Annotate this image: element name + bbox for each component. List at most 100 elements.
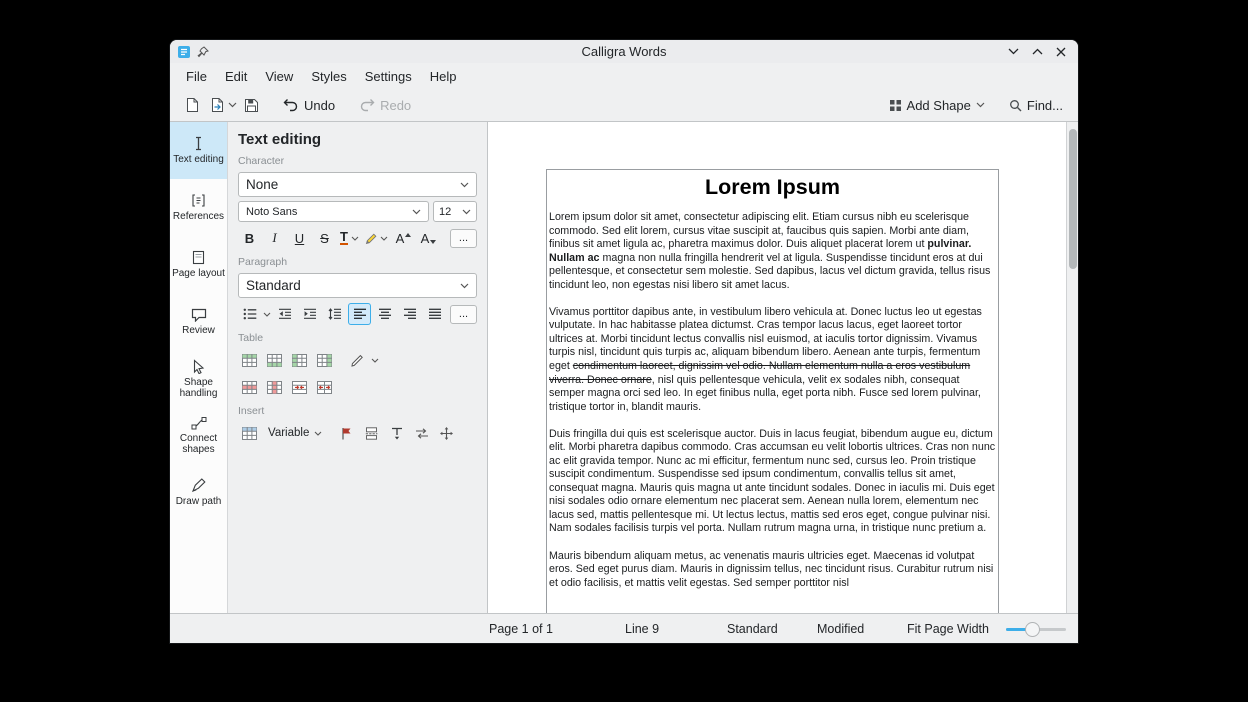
minimize-button[interactable]	[1005, 44, 1021, 60]
sidebar-item-review[interactable]: Review	[170, 293, 227, 350]
sidebar-item-label: References	[173, 211, 224, 222]
variable-label: Variable	[268, 427, 309, 439]
insert-row-above-button[interactable]	[238, 349, 261, 371]
bold-button[interactable]: B	[238, 227, 261, 249]
undo-button[interactable]: Undo	[278, 94, 340, 117]
vertical-scrollbar[interactable]	[1066, 122, 1078, 613]
decrease-indent-icon	[278, 308, 292, 320]
draw-path-pen-icon	[191, 478, 206, 493]
align-center-icon	[378, 308, 392, 320]
insert-row-below-button[interactable]	[263, 349, 286, 371]
find-button[interactable]: Find...	[1004, 94, 1068, 117]
align-center-button[interactable]	[373, 303, 396, 325]
sidebar-item-page-layout[interactable]: Page layout	[170, 236, 227, 293]
insert-page-break-button[interactable]	[360, 422, 383, 444]
highlighter-icon	[365, 232, 378, 245]
more-character-options-button[interactable]: ...	[450, 229, 477, 248]
maximize-button[interactable]	[1029, 44, 1045, 60]
modified-indicator: Modified	[817, 622, 864, 636]
superscript-button[interactable]: A	[392, 227, 415, 249]
line-spacing-icon	[328, 308, 342, 320]
highlight-color-button[interactable]	[363, 227, 390, 249]
character-style-combobox[interactable]: None	[238, 172, 477, 197]
document-page[interactable]: Lorem Ipsum Lorem ipsum dolor sit amet, …	[546, 169, 999, 613]
insert-bookmark-button[interactable]	[335, 422, 358, 444]
calligra-words-window: Calligra Words File Edit View Styles Set…	[170, 40, 1078, 643]
increase-indent-button[interactable]	[298, 303, 321, 325]
italic-button[interactable]: I	[263, 227, 286, 249]
chevron-down-icon[interactable]	[371, 358, 379, 363]
character-style-value: None	[246, 177, 278, 192]
open-dropdown-chevron-icon[interactable]	[228, 102, 237, 108]
underline-button[interactable]: U	[288, 227, 311, 249]
document-canvas[interactable]: Lorem Ipsum Lorem ipsum dolor sit amet, …	[488, 122, 1066, 613]
menu-settings[interactable]: Settings	[356, 65, 421, 88]
variable-dropdown[interactable]: Variable	[263, 425, 327, 441]
align-right-button[interactable]	[398, 303, 421, 325]
zoom-mode-button[interactable]: Fit Page Width	[907, 622, 989, 636]
insert-special-character-button[interactable]	[435, 422, 458, 444]
menu-styles[interactable]: Styles	[302, 65, 355, 88]
line-spacing-button[interactable]	[323, 303, 346, 325]
paragraph: Duis fringilla dui quis est scelerisque …	[549, 428, 996, 536]
insert-text-button[interactable]	[385, 422, 408, 444]
open-document-button[interactable]	[205, 93, 230, 117]
split-cells-icon	[317, 381, 332, 394]
redo-icon	[359, 98, 375, 112]
strikethrough-button[interactable]: S	[313, 227, 336, 249]
chevron-down-icon	[380, 236, 388, 241]
insert-table-button[interactable]	[238, 422, 261, 444]
insert-column-left-button[interactable]	[288, 349, 311, 371]
insert-column-right-button[interactable]	[313, 349, 336, 371]
text-editing-icon	[192, 136, 205, 151]
sidebar-item-text-editing[interactable]: Text editing	[170, 122, 227, 179]
border-pen-icon	[351, 354, 364, 367]
close-button[interactable]	[1053, 44, 1069, 60]
delete-row-button[interactable]	[238, 376, 261, 398]
add-shape-button[interactable]: Add Shape	[884, 94, 990, 117]
search-icon	[1009, 99, 1022, 112]
list-style-button[interactable]	[238, 303, 261, 325]
undo-icon	[283, 98, 299, 112]
scrollbar-thumb[interactable]	[1069, 129, 1077, 269]
table-section-label: Table	[238, 332, 477, 344]
titlebar[interactable]: Calligra Words	[170, 40, 1078, 63]
tool-sidebar: Text editing References Page layout Revi…	[170, 122, 228, 613]
chevron-down-icon[interactable]	[263, 312, 271, 317]
paragraph-style-combobox[interactable]: Standard	[238, 273, 477, 298]
subscript-button[interactable]: A	[417, 227, 440, 249]
align-justify-button[interactable]	[423, 303, 446, 325]
sidebar-item-draw-path[interactable]: Draw path	[170, 464, 227, 521]
menu-edit[interactable]: Edit	[216, 65, 256, 88]
more-paragraph-options-button[interactable]: ...	[450, 305, 477, 324]
split-cells-button[interactable]	[313, 376, 336, 398]
sidebar-item-label: Shape handling	[171, 377, 226, 399]
style-indicator[interactable]: Standard	[727, 622, 778, 636]
sidebar-item-references[interactable]: References	[170, 179, 227, 236]
font-size-combobox[interactable]: 12	[433, 201, 477, 222]
insert-table-icon	[242, 427, 257, 440]
new-document-button[interactable]	[180, 93, 205, 117]
menu-help[interactable]: Help	[421, 65, 466, 88]
sidebar-item-label: Draw path	[176, 496, 222, 507]
zoom-slider-thumb[interactable]	[1025, 622, 1040, 637]
font-family-combobox[interactable]: Noto Sans	[238, 201, 429, 222]
menu-file[interactable]: File	[177, 65, 216, 88]
table-border-pen-button[interactable]	[346, 349, 369, 371]
paragraph-section-label: Paragraph	[238, 256, 477, 268]
redo-button[interactable]: Redo	[354, 94, 416, 117]
insert-tab-button[interactable]	[410, 422, 433, 444]
menu-view[interactable]: View	[256, 65, 302, 88]
delete-column-button[interactable]	[263, 376, 286, 398]
sidebar-item-label: Text editing	[173, 154, 224, 165]
merge-cells-button[interactable]	[288, 376, 311, 398]
chevron-down-icon	[462, 209, 471, 215]
references-icon	[191, 193, 206, 208]
align-left-button[interactable]	[348, 303, 371, 325]
text-color-button[interactable]: T	[338, 227, 361, 249]
sidebar-item-shape-handling[interactable]: Shape handling	[170, 350, 227, 407]
add-shape-icon	[889, 99, 902, 112]
save-button[interactable]	[239, 94, 264, 117]
sidebar-item-connect-shapes[interactable]: Connect shapes	[170, 407, 227, 464]
decrease-indent-button[interactable]	[273, 303, 296, 325]
